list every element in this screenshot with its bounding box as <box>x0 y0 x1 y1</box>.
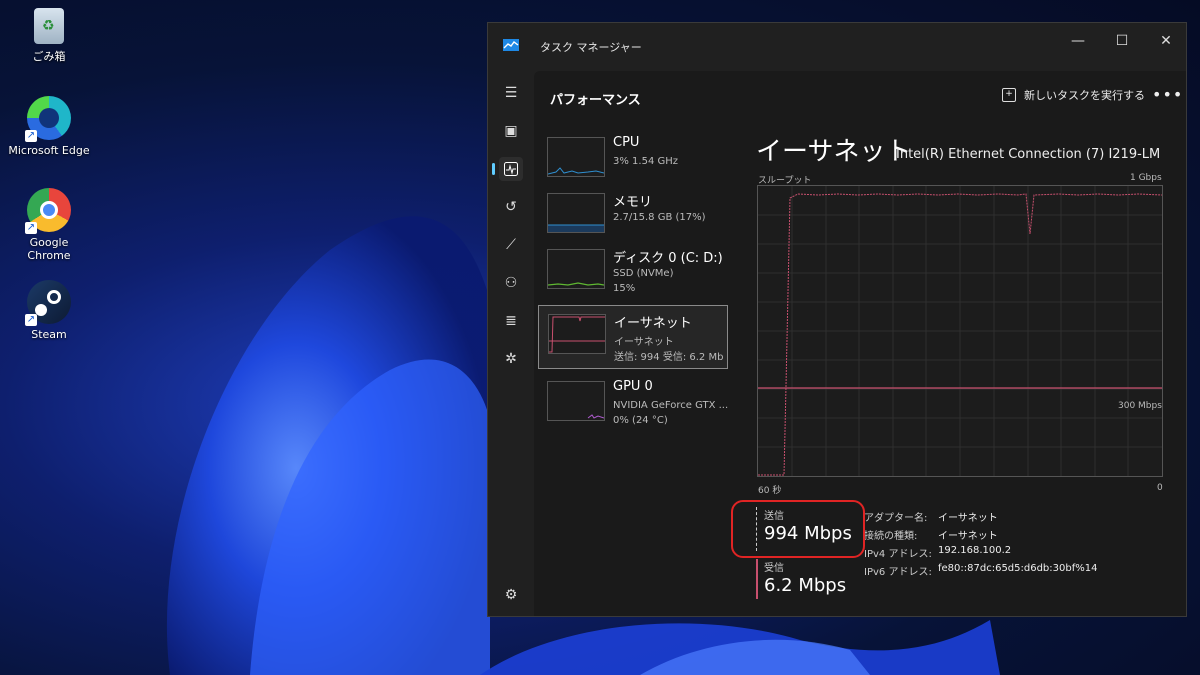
new-task-icon: + <box>1002 88 1016 102</box>
more-options-button[interactable]: ••• <box>1152 85 1183 104</box>
throughput-graph <box>757 185 1163 477</box>
device-item-disk[interactable]: ディスク 0 (C: D:) SSD (NVMe) 15% <box>538 241 728 305</box>
ethernet-thumbnail-graph <box>548 314 606 354</box>
device-name: メモリ <box>613 195 653 210</box>
desktop-icon-edge[interactable]: ↗ Microsoft Edge <box>8 96 90 157</box>
highlight-annotation-circle <box>731 500 865 558</box>
shortcut-arrow-icon: ↗ <box>25 130 37 142</box>
navigation-rail: ☰ ▣ ↺ ⟋ ⚇ ≣ ✲ ⚙ <box>488 71 534 616</box>
graph-time-right-label: 0 <box>1157 483 1163 493</box>
disk-thumbnail-graph <box>547 249 605 289</box>
processes-icon[interactable]: ▣ <box>499 119 523 143</box>
info-value: イーサネット <box>938 531 998 542</box>
receive-indicator <box>756 559 758 599</box>
info-key: アダプター名: <box>864 513 928 524</box>
hamburger-menu-icon[interactable]: ☰ <box>499 81 523 105</box>
cpu-thumbnail-graph <box>547 137 605 177</box>
minimize-button[interactable]: — <box>1064 29 1092 53</box>
settings-gear-icon[interactable]: ⚙ <box>499 583 523 607</box>
close-button[interactable]: ✕ <box>1152 29 1180 53</box>
info-value: 192.168.100.2 <box>938 545 1012 556</box>
shortcut-arrow-icon: ↗ <box>25 222 37 234</box>
memory-thumbnail-graph <box>547 193 605 233</box>
desktop-icon-steam[interactable]: ↗ Steam <box>8 280 90 341</box>
device-sub: 3% 1.54 GHz <box>613 156 679 167</box>
device-sub: 15% <box>613 283 636 294</box>
shortcut-arrow-icon: ↗ <box>25 314 37 326</box>
performance-icon[interactable] <box>492 157 523 181</box>
device-sub: 送信: 994 受信: 6.2 Mb <box>614 352 724 363</box>
app-history-icon[interactable]: ↺ <box>499 195 523 219</box>
maximize-button[interactable]: ☐ <box>1108 29 1136 53</box>
device-item-memory[interactable]: メモリ 2.7/15.8 GB (17%) <box>538 185 728 249</box>
device-sub: イーサネット <box>614 337 674 348</box>
device-sub: NVIDIA GeForce GTX ... <box>613 400 729 411</box>
info-key: 接続の種類: <box>864 531 918 542</box>
task-manager-icon <box>503 39 519 51</box>
device-name: GPU 0 <box>613 379 653 394</box>
graph-time-left-label: 60 秒 <box>758 486 782 496</box>
info-key: IPv6 アドレス: <box>864 567 932 578</box>
steam-icon: ↗ <box>25 280 71 326</box>
throughput-graph-svg <box>758 186 1162 476</box>
edge-icon: ↗ <box>25 96 71 142</box>
users-icon[interactable]: ⚇ <box>499 271 523 295</box>
graph-max-label: 1 Gbps <box>1130 173 1162 183</box>
device-item-ethernet[interactable]: イーサネット イーサネット 送信: 994 受信: 6.2 Mb <box>538 305 728 369</box>
section-title: イーサネット <box>756 137 912 167</box>
services-icon[interactable]: ✲ <box>499 347 523 371</box>
device-sub: 0% (24 °C) <box>613 415 668 426</box>
chrome-icon: ↗ <box>25 188 71 234</box>
run-new-task-label: 新しいタスクを実行する <box>1024 89 1145 102</box>
gpu-thumbnail-graph <box>547 381 605 421</box>
info-value: イーサネット <box>938 513 998 524</box>
device-name: CPU <box>613 135 640 150</box>
startup-apps-icon[interactable]: ⟋ <box>499 233 523 257</box>
title-bar[interactable]: タスク マネージャー — ☐ ✕ <box>488 23 1186 71</box>
details-icon[interactable]: ≣ <box>499 309 523 333</box>
device-item-gpu[interactable]: GPU 0 NVIDIA GeForce GTX ... 0% (24 °C) <box>538 373 728 437</box>
device-name: ディスク 0 (C: D:) <box>613 251 723 266</box>
graph-mid-label: 300 Mbps <box>1118 401 1162 411</box>
desktop-icon-chrome[interactable]: ↗ Google Chrome <box>8 188 90 262</box>
adapter-name: Intel(R) Ethernet Connection (7) I219-LM <box>896 147 1161 162</box>
device-name: イーサネット <box>614 316 692 331</box>
page-title: パフォーマンス <box>550 93 641 108</box>
receive-value: 6.2 Mbps <box>764 575 847 596</box>
info-value: fe80::87dc:65d5:d6db:30bf%14 <box>938 563 1098 574</box>
run-new-task-button[interactable]: + 新しいタスクを実行する <box>1002 85 1145 105</box>
device-item-cpu[interactable]: CPU 3% 1.54 GHz <box>538 129 728 193</box>
panel-header: パフォーマンス + 新しいタスクを実行する ••• <box>534 71 1186 119</box>
window-title: タスク マネージャー <box>540 41 642 54</box>
receive-label: 受信 <box>764 563 784 574</box>
desktop-icon-recycle-bin[interactable]: ♻ ごみ箱 <box>8 8 90 64</box>
info-key: IPv4 アドレス: <box>864 549 932 560</box>
device-sub: SSD (NVMe) <box>613 268 674 279</box>
recycle-bin-icon: ♻ <box>34 8 64 44</box>
device-sub: 2.7/15.8 GB (17%) <box>613 212 706 223</box>
